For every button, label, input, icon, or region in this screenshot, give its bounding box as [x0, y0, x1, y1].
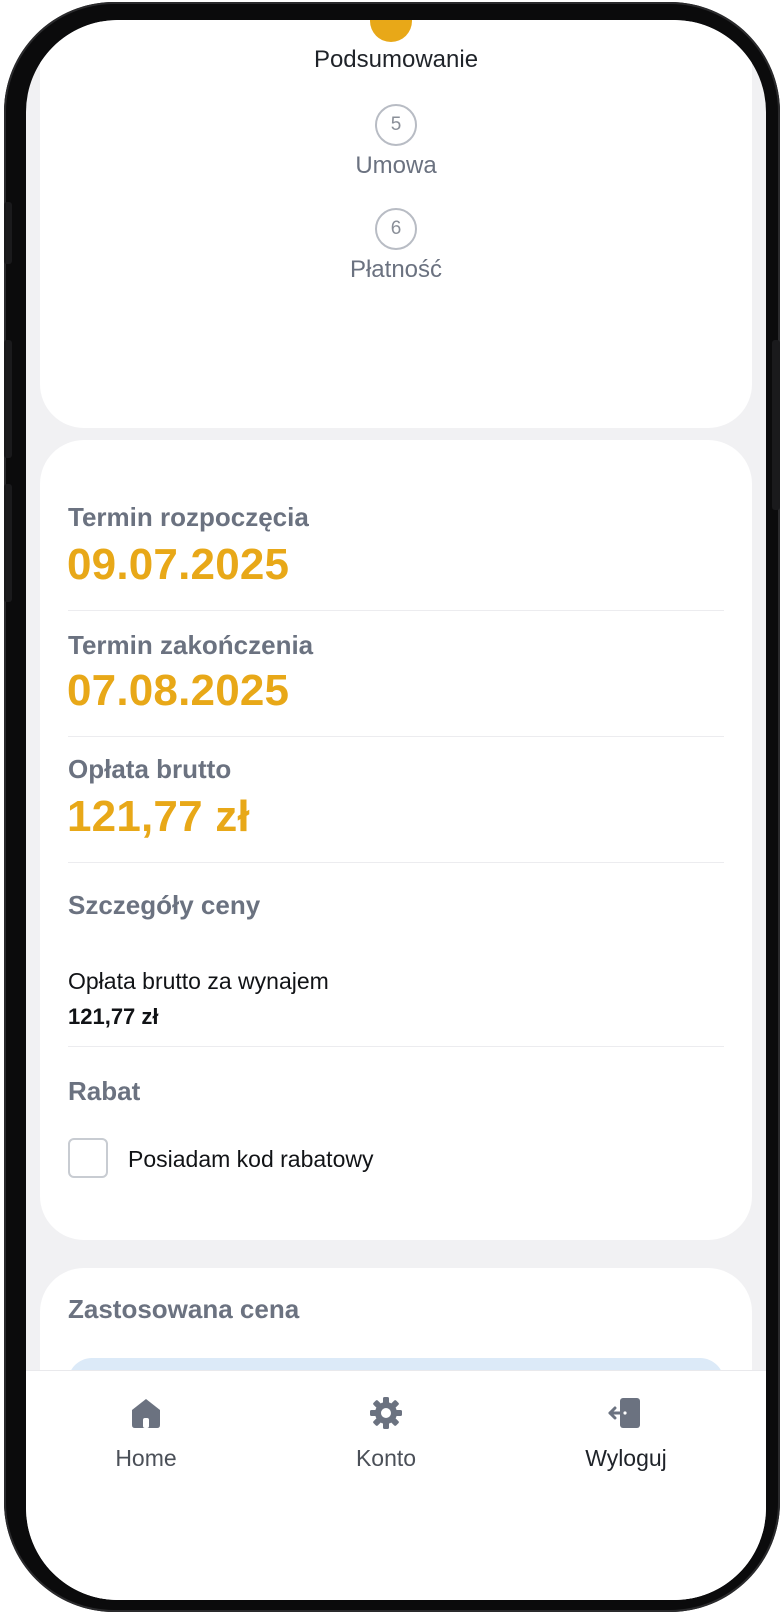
logout-icon — [608, 1398, 640, 1428]
home-icon — [132, 1399, 160, 1428]
phone-frame: Podsumowanie 5 Umowa 6 Płatność Termin r… — [4, 2, 780, 1612]
summary-card: Termin rozpoczęcia 09.07.2025 Termin zak… — [40, 440, 752, 1240]
bottom-navigation: Home Konto Wyloguj — [26, 1370, 766, 1600]
end-date-value: 07.08.2025 — [67, 666, 290, 715]
gross-fee-value: 121,77 zł — [67, 792, 250, 841]
step-4-indicator — [370, 20, 412, 42]
nav-account[interactable]: Konto — [296, 1391, 476, 1491]
start-date-value: 09.07.2025 — [67, 540, 290, 589]
step-5-number[interactable]: 5 — [375, 104, 417, 146]
nav-home-label: Home — [115, 1445, 177, 1471]
stepper-card: Podsumowanie 5 Umowa 6 Płatność — [40, 20, 752, 428]
screen: Podsumowanie 5 Umowa 6 Płatność Termin r… — [26, 20, 766, 1600]
side-button-power — [772, 340, 780, 510]
gross-fee-label: Opłata brutto — [68, 754, 232, 784]
discount-code-checkbox[interactable] — [68, 1138, 108, 1178]
price-details-heading: Szczegóły ceny — [68, 890, 261, 920]
discount-code-checkbox-label[interactable]: Posiadam kod rabatowy — [128, 1146, 373, 1173]
nav-account-label: Konto — [355, 1445, 417, 1471]
divider — [68, 736, 724, 737]
side-button-action — [4, 202, 12, 264]
step-5-label: Umowa — [355, 152, 437, 179]
applied-price-heading: Zastosowana cena — [68, 1294, 300, 1324]
rental-fee-label: Opłata brutto za wynajem — [68, 968, 329, 994]
side-button-volume-up — [4, 340, 12, 458]
nav-logout[interactable]: Wyloguj — [536, 1391, 716, 1491]
divider — [68, 862, 724, 863]
divider — [68, 1046, 724, 1047]
divider — [68, 610, 724, 611]
start-date-label: Termin rozpoczęcia — [68, 502, 309, 532]
step-6-number[interactable]: 6 — [375, 208, 417, 250]
scroll-content[interactable]: Podsumowanie 5 Umowa 6 Płatność Termin r… — [26, 20, 766, 1600]
side-button-volume-down — [4, 484, 12, 602]
discount-heading: Rabat — [68, 1076, 141, 1106]
gear-icon — [370, 1397, 402, 1429]
end-date-label: Termin zakończenia — [68, 630, 314, 660]
nav-logout-label: Wyloguj — [585, 1445, 667, 1471]
step-current-label: Podsumowanie — [313, 46, 479, 73]
rental-fee-value: 121,77 zł — [68, 1004, 159, 1029]
nav-home[interactable]: Home — [56, 1391, 236, 1491]
step-6-label: Płatność — [349, 256, 443, 283]
